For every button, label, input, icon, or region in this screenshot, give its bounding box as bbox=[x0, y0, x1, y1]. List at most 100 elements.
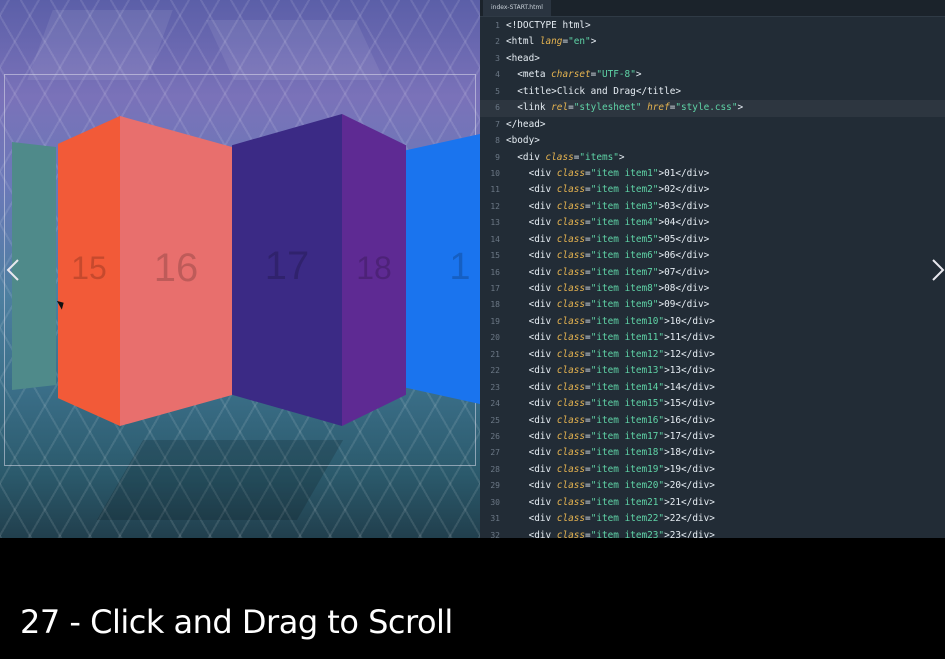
code-token: > bbox=[635, 69, 642, 81]
code-line[interactable]: 30 <div class="item item21">21</div> bbox=[480, 495, 945, 511]
code-token: 13 bbox=[669, 365, 682, 377]
item-panel[interactable]: 1 bbox=[406, 134, 480, 404]
line-number: 30 bbox=[490, 497, 500, 507]
code-token: class bbox=[556, 283, 586, 294]
line-number: 11 bbox=[490, 185, 500, 195]
code-line[interactable]: 29 <div class="item item20">20</div> bbox=[480, 478, 945, 494]
code-token: <div bbox=[506, 513, 557, 525]
code-token: 21 bbox=[669, 496, 682, 508]
code-token: "item item12" bbox=[590, 348, 665, 360]
code-token: 06 bbox=[664, 250, 676, 262]
code-line[interactable]: 1 <!DOCTYPE html> bbox=[480, 18, 945, 34]
code-line[interactable]: 23 <div class="item item14">14</div> bbox=[480, 380, 945, 396]
item-panel[interactable]: 16 bbox=[120, 116, 232, 426]
code-text: <div class="item item5">05</div> bbox=[506, 232, 710, 248]
code-token: "item item19" bbox=[590, 463, 665, 475]
code-line[interactable]: 25 <div class="item item16">16</div> bbox=[480, 413, 945, 429]
code-line[interactable]: 3 <head> bbox=[480, 51, 945, 67]
code-token: <div bbox=[506, 283, 557, 294]
code-line[interactable]: 14 <div class="item item5">05</div> bbox=[480, 232, 945, 248]
code-line[interactable]: 12 <div class="item item3">03</div> bbox=[480, 199, 945, 215]
code-line[interactable]: 26 <div class="item item17">17</div> bbox=[480, 429, 945, 445]
video-caption: 27 - Click and Drag to Scroll bbox=[20, 603, 453, 641]
code-text: <meta charset="UTF-8"> bbox=[506, 67, 642, 83]
code-text: <div class="item item9">09</div> bbox=[506, 297, 710, 313]
line-number: 26 bbox=[490, 431, 500, 441]
item-panel[interactable]: 15 bbox=[58, 116, 120, 426]
code-editor[interactable]: index-START.html 1 <!DOCTYPE html> 2 <html … bbox=[480, 0, 945, 538]
code-line[interactable]: 18 <div class="item item9">09</div> bbox=[480, 297, 945, 313]
code-line[interactable]: 15 <div class="item item6">06</div> bbox=[480, 248, 945, 264]
line-number: 17 bbox=[490, 284, 500, 293]
line-number: 16 bbox=[490, 267, 500, 277]
code-line[interactable]: 32 <div class="item item23">23</div> bbox=[480, 528, 945, 538]
line-number: 31 bbox=[490, 514, 500, 524]
code-line[interactable]: 19 <div class="item item10">10</div> bbox=[480, 314, 945, 330]
code-token: "item item11" bbox=[590, 332, 665, 344]
code-token: <div bbox=[506, 250, 557, 262]
code-token: 17 bbox=[669, 430, 682, 442]
code-line[interactable]: 22 <div class="item item13">13</div> bbox=[480, 363, 945, 379]
line-number: 6 bbox=[495, 103, 500, 113]
code-line[interactable]: 28 <div class="item item19">19</div> bbox=[480, 462, 945, 478]
line-number: 15 bbox=[490, 251, 500, 261]
code-token: <div bbox=[506, 315, 557, 327]
code-token: "item item15" bbox=[590, 398, 665, 410]
code-area[interactable]: 1 <!DOCTYPE html> 2 <html lang="en"> 3 <head>… bbox=[480, 18, 945, 538]
code-line[interactable]: 5 <title>Click and Drag</title> bbox=[480, 84, 945, 100]
code-token: > bbox=[618, 151, 625, 163]
file-tab[interactable]: index-START.html bbox=[483, 0, 551, 16]
line-number: 24 bbox=[490, 399, 500, 409]
code-line[interactable]: 20 <div class="item item11">11</div> bbox=[480, 330, 945, 346]
code-token: "item item14" bbox=[590, 381, 665, 393]
chevron-left-icon[interactable] bbox=[6, 258, 20, 282]
code-line[interactable]: 21 <div class="item item12">12</div> bbox=[480, 347, 945, 363]
code-line[interactable]: 13 <div class="item item4">04</div> bbox=[480, 215, 945, 231]
code-token: </div> bbox=[681, 480, 715, 492]
code-token: <div bbox=[506, 167, 557, 179]
code-line[interactable]: 11 <div class="item item2">02</div> bbox=[480, 182, 945, 198]
code-token: </div> bbox=[681, 315, 715, 327]
code-line[interactable]: 8 <body> bbox=[480, 133, 945, 149]
code-token: class bbox=[556, 398, 586, 410]
code-token: class bbox=[556, 167, 586, 179]
code-line[interactable]: 6 <link rel="stylesheet" href="style.css… bbox=[480, 100, 945, 117]
code-token: </div> bbox=[681, 496, 715, 508]
code-token: class bbox=[556, 529, 586, 538]
code-line[interactable]: 9 <div class="items"> bbox=[480, 150, 945, 166]
code-text: <div class="item item16">16</div> bbox=[506, 413, 715, 429]
code-token: <div bbox=[506, 266, 557, 278]
line-number: 9 bbox=[495, 152, 500, 162]
code-line[interactable]: 7 </head> bbox=[480, 117, 945, 133]
code-line[interactable]: 17 <div class="item item8">08</div> bbox=[480, 281, 945, 297]
code-token: charset bbox=[551, 69, 591, 81]
code-token: class bbox=[556, 217, 586, 229]
code-text: <div class="item item18">18</div> bbox=[506, 445, 715, 461]
code-line[interactable]: 31 <div class="item item22">22</div> bbox=[480, 511, 945, 527]
code-token: 01 bbox=[664, 167, 676, 179]
code-line[interactable]: 10 <div class="item item1">01</div> bbox=[480, 166, 945, 182]
chevron-right-icon[interactable] bbox=[931, 258, 945, 282]
code-token: </div> bbox=[675, 200, 710, 212]
background-facet bbox=[206, 20, 384, 80]
code-text: <div class="item item12">12</div> bbox=[506, 347, 715, 363]
code-token: "item item6" bbox=[590, 250, 659, 262]
code-line[interactable]: 2 <html lang="en"> bbox=[480, 34, 945, 50]
code-token: </div> bbox=[681, 513, 715, 525]
code-token: class bbox=[556, 447, 586, 459]
code-line[interactable]: 27 <div class="item item18">18</div> bbox=[480, 445, 945, 461]
code-token: class bbox=[556, 332, 586, 344]
line-number: 14 bbox=[490, 234, 500, 244]
code-token: <div bbox=[506, 217, 557, 229]
item-panel[interactable]: 18 bbox=[342, 114, 406, 426]
code-token: <div bbox=[506, 529, 557, 538]
code-token: class bbox=[556, 200, 586, 212]
code-line[interactable]: 4 <meta charset="UTF-8"> bbox=[480, 67, 945, 83]
code-token: class bbox=[556, 463, 586, 475]
item-panel[interactable]: 17 bbox=[232, 114, 342, 426]
code-line[interactable]: 16 <div class="item item7">07</div> bbox=[480, 265, 945, 281]
code-token: "item item18" bbox=[590, 447, 665, 459]
code-text: <div class="items"> bbox=[506, 150, 625, 166]
code-token: </head> bbox=[506, 118, 546, 130]
code-line[interactable]: 24 <div class="item item15">15</div> bbox=[480, 396, 945, 412]
